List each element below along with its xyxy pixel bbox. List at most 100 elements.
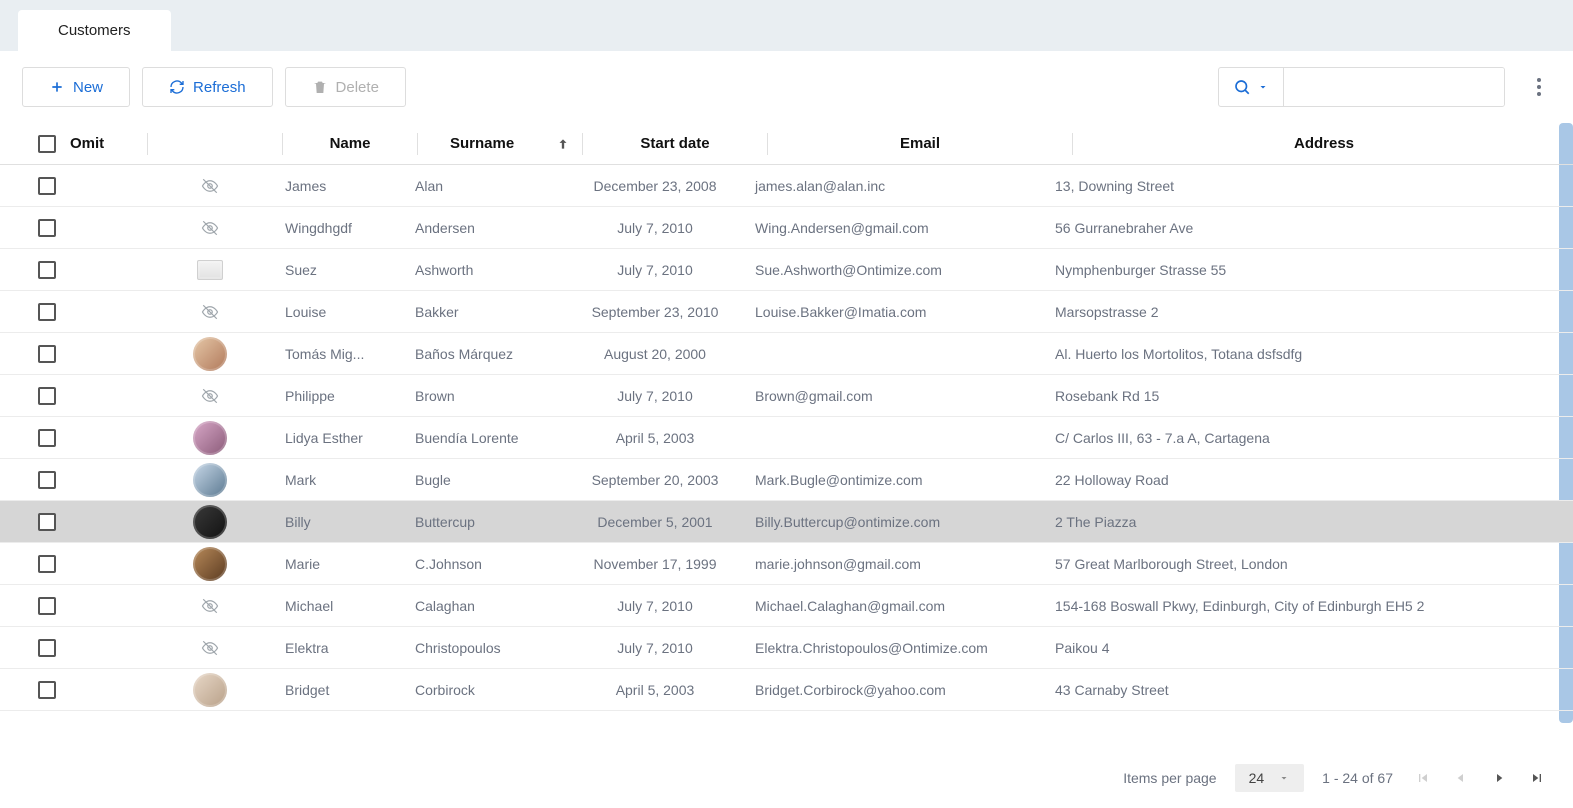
row-checkbox[interactable] [38, 177, 56, 195]
table-row[interactable]: BillyButtercupDecember 5, 2001Billy.Butt… [0, 501, 1573, 543]
search-input[interactable] [1284, 68, 1504, 106]
cell-startdate: December 23, 2008 [565, 178, 745, 194]
refresh-button-label: Refresh [193, 79, 246, 96]
cell-address: Nymphenburger Strasse 55 [1045, 262, 1573, 278]
cell-address: Paikou 4 [1045, 640, 1573, 656]
row-checkbox[interactable] [38, 681, 56, 699]
cell-address: 57 Great Marlborough Street, London [1045, 556, 1573, 572]
avatar [193, 505, 227, 539]
cell-address: 43 Carnaby Street [1045, 682, 1573, 698]
pagination: Items per page 24 1 - 24 of 67 [0, 748, 1573, 808]
search-dropdown[interactable] [1219, 68, 1284, 106]
col-surname[interactable]: Surname [420, 135, 580, 152]
table-row[interactable]: MarkBugleSeptember 20, 2003Mark.Bugle@on… [0, 459, 1573, 501]
cell-startdate: April 5, 2003 [565, 430, 745, 446]
first-page-button [1411, 766, 1435, 790]
cell-name: Suez [275, 262, 405, 278]
thumb-placeholder [197, 260, 223, 280]
cell-address: C/ Carlos III, 63 - 7.a A, Cartagena [1045, 430, 1573, 446]
cell-email: marie.johnson@gmail.com [745, 556, 1045, 572]
cell-startdate: July 7, 2010 [565, 262, 745, 278]
cell-address: 2 The Piazza [1045, 514, 1573, 530]
avatar [193, 421, 227, 455]
col-surname-label: Surname [450, 135, 514, 152]
sort-asc-icon [556, 137, 570, 151]
avatar [193, 547, 227, 581]
cell-address: 154-168 Boswall Pkwy, Edinburgh, City of… [1045, 598, 1573, 614]
no-photo-icon [198, 219, 222, 237]
table-row[interactable]: JamesAlanDecember 23, 2008james.alan@ala… [0, 165, 1573, 207]
no-photo-icon [198, 177, 222, 195]
trash-icon [312, 79, 328, 95]
cell-email: Wing.Andersen@gmail.com [745, 220, 1045, 236]
next-page-button[interactable] [1487, 766, 1511, 790]
row-checkbox[interactable] [38, 639, 56, 657]
row-checkbox[interactable] [38, 387, 56, 405]
items-per-page-label: Items per page [1123, 770, 1216, 786]
new-button-label: New [73, 79, 103, 96]
row-checkbox[interactable] [38, 429, 56, 447]
col-name[interactable]: Name [285, 135, 415, 152]
col-email[interactable]: Email [770, 135, 1070, 152]
row-checkbox[interactable] [38, 261, 56, 279]
prev-page-button [1449, 766, 1473, 790]
cell-address: 22 Holloway Road [1045, 472, 1573, 488]
table-row[interactable]: Lidya EstherBuendía LorenteApril 5, 2003… [0, 417, 1573, 459]
page-range: 1 - 24 of 67 [1322, 770, 1393, 786]
col-address[interactable]: Address [1075, 135, 1573, 152]
row-checkbox[interactable] [38, 219, 56, 237]
table-row[interactable]: MichaelCalaghanJuly 7, 2010Michael.Calag… [0, 585, 1573, 627]
page-size-select[interactable]: 24 [1235, 764, 1305, 792]
cell-startdate: July 7, 2010 [565, 598, 745, 614]
refresh-icon [169, 79, 185, 95]
delete-button: Delete [285, 67, 406, 107]
no-photo-icon [198, 303, 222, 321]
cell-name: Michael [275, 598, 405, 614]
col-omit[interactable]: Omit [60, 135, 145, 152]
last-page-button[interactable] [1525, 766, 1549, 790]
caret-down-icon [1278, 772, 1290, 784]
cell-surname: Calaghan [405, 598, 565, 614]
cell-address: 13, Downing Street [1045, 178, 1573, 194]
cell-name: Louise [275, 304, 405, 320]
cell-name: Lidya Esther [275, 430, 405, 446]
row-checkbox[interactable] [38, 513, 56, 531]
cell-surname: Andersen [405, 220, 565, 236]
row-checkbox[interactable] [38, 597, 56, 615]
chevron-down-icon [1257, 81, 1269, 93]
row-checkbox[interactable] [38, 555, 56, 573]
cell-name: Marie [275, 556, 405, 572]
cell-name: James [275, 178, 405, 194]
cell-surname: Alan [405, 178, 565, 194]
tab-customers[interactable]: Customers [18, 10, 171, 51]
cell-startdate: September 20, 2003 [565, 472, 745, 488]
cell-surname: C.Johnson [405, 556, 565, 572]
new-button[interactable]: New [22, 67, 130, 107]
table-row[interactable]: Tomás Mig...Baños MárquezAugust 20, 2000… [0, 333, 1573, 375]
cell-startdate: July 7, 2010 [565, 640, 745, 656]
table-row[interactable]: WingdhgdfAndersenJuly 7, 2010Wing.Anders… [0, 207, 1573, 249]
cell-name: Billy [275, 514, 405, 530]
select-all-checkbox[interactable] [38, 135, 56, 153]
cell-email: Mark.Bugle@ontimize.com [745, 472, 1045, 488]
row-checkbox[interactable] [38, 303, 56, 321]
row-checkbox[interactable] [38, 471, 56, 489]
col-startdate[interactable]: Start date [585, 135, 765, 152]
table-row[interactable]: LouiseBakkerSeptember 23, 2010Louise.Bak… [0, 291, 1573, 333]
table-row[interactable]: PhilippeBrownJuly 7, 2010Brown@gmail.com… [0, 375, 1573, 417]
table-row[interactable]: ElektraChristopoulosJuly 7, 2010Elektra.… [0, 627, 1573, 669]
more-menu[interactable] [1527, 68, 1551, 106]
table-row[interactable]: SuezAshworthJuly 7, 2010Sue.Ashworth@Ont… [0, 249, 1573, 291]
refresh-button[interactable]: Refresh [142, 67, 273, 107]
cell-address: Rosebank Rd 15 [1045, 388, 1573, 404]
row-checkbox[interactable] [38, 345, 56, 363]
no-photo-icon [198, 387, 222, 405]
table-row[interactable]: BridgetCorbirockApril 5, 2003Bridget.Cor… [0, 669, 1573, 711]
plus-icon [49, 79, 65, 95]
cell-email: Elektra.Christopoulos@Ontimize.com [745, 640, 1045, 656]
table-row[interactable]: MarieC.JohnsonNovember 17, 1999marie.joh… [0, 543, 1573, 585]
cell-surname: Ashworth [405, 262, 565, 278]
page-size-value: 24 [1249, 770, 1265, 786]
cell-startdate: April 5, 2003 [565, 682, 745, 698]
cell-surname: Bugle [405, 472, 565, 488]
